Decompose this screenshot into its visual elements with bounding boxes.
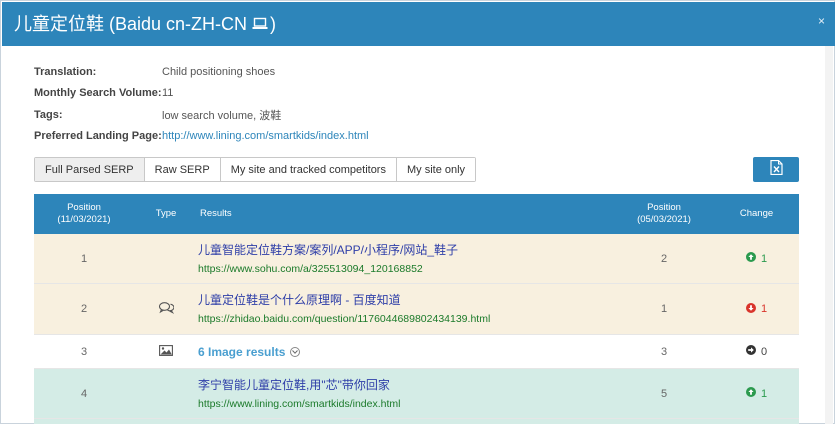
row-change: 1 [714, 387, 799, 400]
result-url: https://zhidao.baidu.com/question/117604… [198, 313, 491, 325]
image-results-toggle[interactable]: 6 Image results [198, 345, 614, 359]
volume-row: Monthly Search Volume: 11 [34, 83, 369, 105]
speech-bubbles-icon [158, 301, 174, 317]
export-excel-button[interactable] [753, 157, 799, 182]
arrow-right-icon [745, 345, 756, 358]
dialog-frame: 儿童定位鞋 (Baidu cn-ZH-CN ) × Translation: C… [0, 0, 835, 424]
row-previous-position: 2 [660, 252, 668, 265]
row-type [134, 301, 198, 317]
arrow-up-icon [745, 252, 756, 265]
table-row: 2 儿童定位鞋是个什么原理啊 - 百度知道 https://zhidao.bai… [34, 284, 799, 335]
excel-export-icon [769, 159, 783, 180]
scrollbar[interactable] [825, 46, 833, 424]
row-previous-position: 1 [660, 303, 668, 315]
laptop-icon [252, 13, 268, 35]
serp-results-table: Position (11/03/2021) Type Results Posit… [34, 194, 799, 424]
tab-raw-serp[interactable]: Raw SERP [144, 158, 221, 181]
header-change[interactable]: Change [714, 208, 799, 220]
row-position: 1 [80, 252, 88, 265]
row-previous-position: 3 [660, 345, 668, 358]
table-row: 4 李宁智能儿童定位鞋,用"芯"带你回家 https://www.lining.… [34, 369, 799, 419]
keyword-details: Translation: Child positioning shoes Mon… [34, 61, 369, 147]
change-value: 1 [760, 303, 768, 315]
row-result: 儿童定位鞋是个什么原理啊 - 百度知道 https://zhidao.baidu… [198, 292, 614, 326]
image-icon [159, 344, 173, 359]
tags-label: Tags: [34, 108, 63, 121]
row-change: 1 [714, 302, 799, 316]
image-results-label: 6 Image results [198, 344, 286, 359]
header-position-previous[interactable]: Position (05/03/2021) [614, 202, 714, 226]
result-title-link[interactable]: 儿童智能定位鞋方案/案列/APP/小程序/网站_鞋子 [198, 242, 614, 258]
translation-value: Child positioning shoes [162, 65, 276, 78]
row-position: 4 [80, 387, 88, 400]
tags-value: low search volume, 波鞋 [162, 109, 282, 122]
arrow-up-icon [745, 387, 756, 400]
result-url: https://www.lining.com/smartkids/index.h… [198, 397, 401, 410]
row-change: 0 [714, 345, 799, 358]
header-position-current[interactable]: Position (11/03/2021) [34, 202, 134, 226]
landing-page-label: Preferred Landing Page: [34, 130, 162, 143]
landing-page-row: Preferred Landing Page: http://www.linin… [34, 126, 369, 148]
table-row: 3 6 Image results 3 0 [34, 335, 799, 369]
row-type [134, 344, 198, 359]
tab-my-site-and-competitors[interactable]: My site and tracked competitors [220, 158, 397, 181]
table-header: Position (11/03/2021) Type Results Posit… [34, 194, 799, 234]
close-icon[interactable]: × [818, 14, 825, 28]
result-title-link[interactable]: 李宁智能儿童定位鞋,用"芯"带你回家 [198, 377, 614, 393]
row-change: 1 [714, 252, 799, 265]
chevron-down-icon[interactable] [290, 346, 301, 357]
volume-value: 11 [162, 87, 174, 100]
dialog-title-paren: ) [270, 14, 277, 34]
result-url: https://www.sohu.com/a/325513094_1201688… [198, 262, 423, 275]
arrow-down-icon [745, 302, 756, 316]
header-results[interactable]: Results [198, 208, 614, 220]
row-result: 李宁智能儿童定位鞋,用"芯"带你回家 https://www.lining.co… [198, 377, 614, 411]
volume-label: Monthly Search Volume: [34, 87, 162, 100]
dialog-titlebar: 儿童定位鞋 (Baidu cn-ZH-CN ) × [2, 2, 835, 46]
table-row: 1 儿童智能定位鞋方案/案列/APP/小程序/网站_鞋子 https://www… [34, 234, 799, 284]
tab-full-parsed-serp[interactable]: Full Parsed SERP [35, 158, 145, 181]
change-value: 1 [760, 252, 768, 265]
serp-view-tabs: Full Parsed SERP Raw SERP My site and tr… [34, 157, 477, 182]
row-position: 2 [80, 303, 88, 315]
translation-label: Translation: [34, 65, 97, 78]
row-previous-position: 5 [660, 387, 668, 400]
row-result: 儿童智能定位鞋方案/案列/APP/小程序/网站_鞋子 https://www.s… [198, 242, 614, 276]
tab-my-site-only[interactable]: My site only [396, 158, 476, 181]
translation-row: Translation: Child positioning shoes [34, 61, 369, 83]
dialog-title: 儿童定位鞋 (Baidu cn-ZH-CN ) [14, 13, 276, 35]
result-title-link[interactable]: 儿童定位鞋是个什么原理啊 - 百度知道 [198, 292, 614, 308]
row-result: 6 Image results [198, 345, 614, 359]
change-value: 0 [760, 345, 768, 358]
tags-row: Tags: low search volume, 波鞋 [34, 104, 369, 126]
header-type[interactable]: Type [134, 208, 198, 220]
change-value: 1 [760, 387, 768, 400]
landing-page-link[interactable]: http://www.lining.com/smartkids/index.ht… [162, 130, 369, 142]
dialog-title-text: 儿童定位鞋 (Baidu cn-ZH-CN [14, 14, 248, 34]
table-row-partial [34, 419, 799, 424]
row-position: 3 [80, 345, 88, 358]
